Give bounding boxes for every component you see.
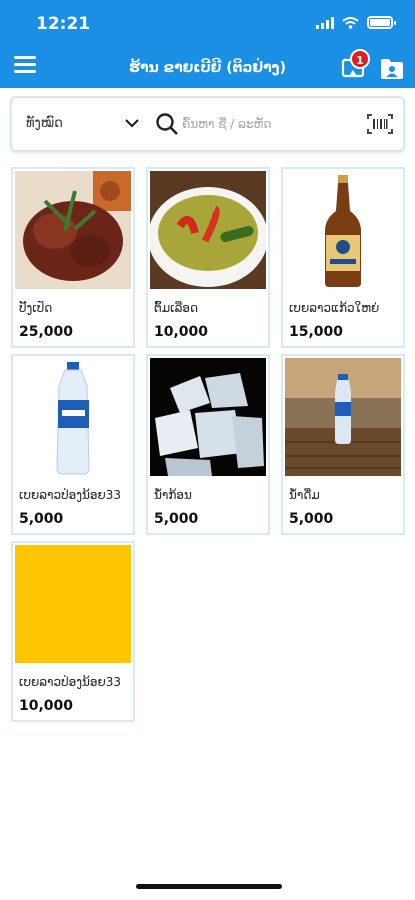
product-card[interactable]: ນ້ຳກ້ອນ 5,000: [146, 354, 270, 535]
product-price: 15,000: [289, 324, 344, 340]
status-time: 12:21: [36, 14, 91, 34]
product-price: 10,000: [19, 698, 74, 714]
product-price: 10,000: [154, 324, 209, 340]
search-toolbar: ທັງໝົດ: [10, 96, 405, 152]
chevron-down-icon[interactable]: [125, 118, 139, 128]
battery-icon: [367, 16, 396, 29]
product-price: 5,000: [19, 511, 64, 527]
product-price: 5,000: [154, 511, 199, 527]
signal-icon: [316, 16, 334, 29]
ice-cubes-image: [150, 358, 266, 476]
top-app-bar: 12:21 ຮ້ານ ຂາຍເບີຍີ (ຕິວຢ່າງ) 1: [0, 0, 415, 88]
hamburger-menu-icon[interactable]: [14, 56, 36, 76]
page-title: ຮ້ານ ຂາຍເບີຍີ (ຕິວຢ່າງ): [129, 60, 286, 76]
status-icons: [316, 16, 396, 29]
notification-button[interactable]: 1: [340, 49, 370, 82]
barcode-scan-icon[interactable]: [367, 114, 393, 134]
notification-badge: 1: [350, 49, 370, 69]
navigation-bar: ຮ້ານ ຂາຍເບີຍີ (ຕິວຢ່າງ) 1: [0, 48, 415, 88]
search-input[interactable]: [182, 112, 362, 136]
product-card[interactable]: ຕົ້ມເລືອດ 10,000: [146, 167, 270, 348]
product-name: ເບຍລາວປ່ອງນ້ອຍ33: [19, 675, 121, 689]
product-name: ເບຍລາວແກ້ວໃຫຍ່: [289, 301, 380, 315]
category-dropdown[interactable]: ທັງໝົດ: [26, 116, 63, 131]
placeholder-image: [15, 545, 131, 663]
status-bar: 12:21: [0, 0, 415, 44]
product-card[interactable]: ປີ້ງເປັດ 25,000: [11, 167, 135, 348]
product-card[interactable]: ເບຍລາວປ່ອງນ້ອຍ33 5,000: [11, 354, 135, 535]
product-card[interactable]: ນ້ຳດື່ມ 5,000: [281, 354, 405, 535]
wifi-icon: [342, 16, 359, 29]
soup-image: [150, 171, 266, 289]
product-name: ເບຍລາວປ່ອງນ້ອຍ33: [19, 488, 121, 502]
water-bottle-image: [15, 358, 131, 476]
water-bottle-sunset-image: [285, 358, 401, 476]
product-name: ນ້ຳດື່ມ: [289, 488, 320, 502]
product-card[interactable]: ເບຍລາວແກ້ວໃຫຍ່ 15,000: [281, 167, 405, 348]
product-price: 5,000: [289, 511, 334, 527]
product-card[interactable]: ເບຍລາວປ່ອງນ້ອຍ33 10,000: [11, 541, 135, 722]
home-indicator[interactable]: [136, 884, 282, 889]
profile-folder-icon[interactable]: [380, 58, 404, 80]
search-icon: [156, 113, 178, 135]
beer-bottle-image: [285, 171, 401, 289]
product-name: ນ້ຳກ້ອນ: [154, 488, 192, 502]
product-name: ປີ້ງເປັດ: [19, 301, 53, 315]
grilled-duck-image: [15, 171, 131, 289]
product-price: 25,000: [19, 324, 74, 340]
product-name: ຕົ້ມເລືອດ: [154, 301, 199, 315]
